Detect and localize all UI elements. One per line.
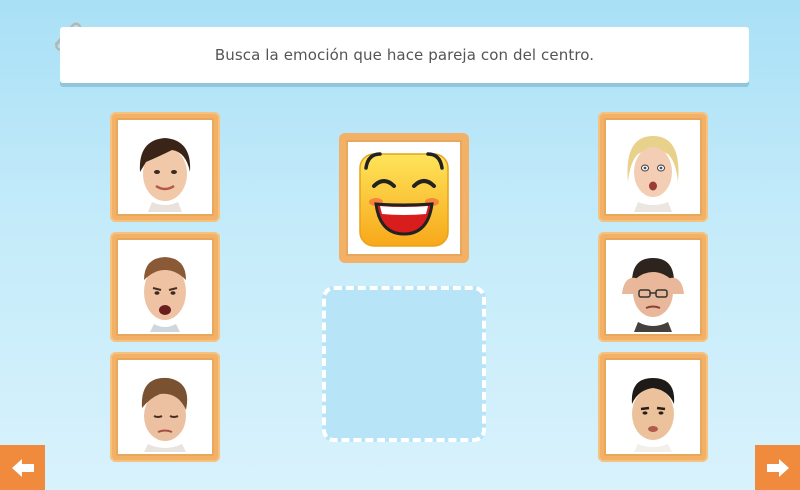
face-image-surprised-woman [604, 118, 702, 216]
arrow-left-icon [11, 458, 34, 477]
laughing-emoji-icon [346, 140, 462, 256]
right-card-1[interactable] [598, 112, 708, 222]
center-card [339, 133, 469, 263]
face-image-pouting-man [604, 358, 702, 456]
answer-drop-zone[interactable] [322, 286, 486, 442]
arrow-right-icon [766, 458, 789, 477]
face-image-sad-young-man [116, 358, 214, 456]
left-card-2[interactable] [110, 232, 220, 342]
left-card-1[interactable] [110, 112, 220, 222]
face-image-stressed-man [604, 238, 702, 336]
right-card-3[interactable] [598, 352, 708, 462]
right-card-2[interactable] [598, 232, 708, 342]
face-image-shouting-boy [116, 238, 214, 336]
previous-button[interactable] [0, 445, 45, 490]
instruction-bar: Busca la emoción que hace pareja con del… [60, 27, 749, 83]
next-button[interactable] [755, 445, 800, 490]
left-card-3[interactable] [110, 352, 220, 462]
instruction-text: Busca la emoción que hace pareja con del… [214, 46, 595, 64]
face-image-smiling-woman [116, 118, 214, 216]
